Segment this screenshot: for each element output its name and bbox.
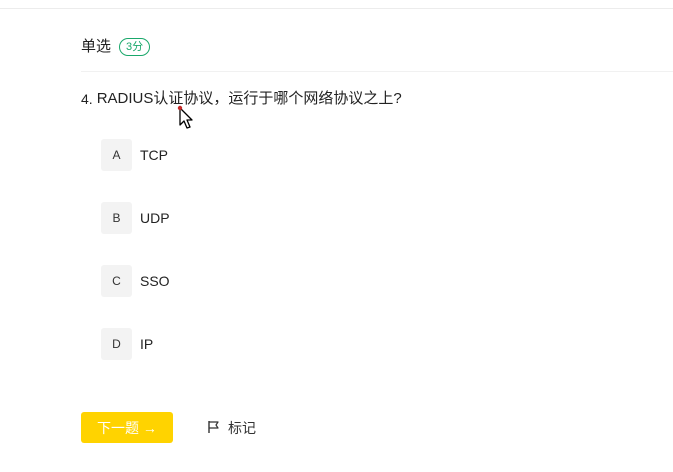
option-letter[interactable]: D [101, 328, 132, 360]
option-a[interactable]: A TCP [101, 139, 170, 171]
header-divider [81, 71, 673, 72]
option-d[interactable]: D IP [101, 328, 170, 360]
option-letter[interactable]: B [101, 202, 132, 234]
question-number: 4. [81, 91, 93, 107]
option-text[interactable]: UDP [140, 210, 170, 226]
next-question-button[interactable]: 下一题 → [81, 412, 173, 443]
flag-icon [207, 420, 221, 437]
mark-label[interactable]: 标记 [228, 418, 256, 438]
option-letter[interactable]: A [101, 139, 132, 171]
option-letter[interactable]: C [101, 265, 132, 297]
option-text[interactable]: TCP [140, 147, 168, 163]
mouse-pointer-icon [176, 104, 196, 130]
mark-button[interactable]: 标记 [207, 418, 256, 438]
option-c[interactable]: C SSO [101, 265, 170, 297]
question-text: RADIUS认证协议，运行于哪个网络协议之上? [96, 90, 402, 107]
option-text[interactable]: IP [140, 336, 153, 352]
options-list: A TCP B UDP C SSO D IP [101, 139, 170, 391]
option-b[interactable]: B UDP [101, 202, 170, 234]
quiz-page: 单选 3分 4. RADIUS认证协议，运行于哪个网络协议之上? A TCP B… [0, 0, 673, 472]
score-badge: 3分 [119, 38, 151, 56]
question-type-label: 单选 [81, 38, 112, 55]
option-text[interactable]: SSO [140, 273, 170, 289]
question-stem: 4. RADIUS认证协议，运行于哪个网络协议之上? [81, 89, 402, 109]
top-divider [0, 8, 673, 9]
question-header: 单选 3分 [81, 37, 151, 57]
